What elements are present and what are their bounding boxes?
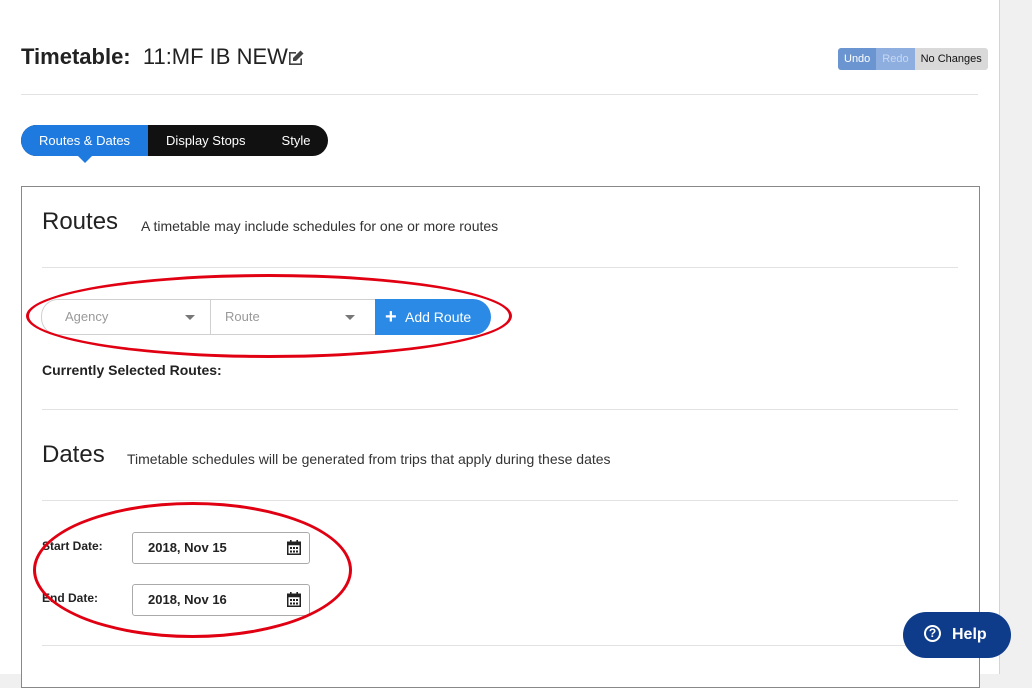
tab-style[interactable]: Style: [264, 125, 329, 156]
agency-placeholder: Agency: [65, 309, 109, 324]
plus-icon: +: [385, 306, 397, 328]
route-placeholder: Route: [225, 309, 260, 324]
undo-redo-group: Undo Redo No Changes: [838, 48, 988, 70]
header-divider: [21, 94, 978, 95]
dates-description: Timetable schedules will be generated fr…: [127, 451, 611, 467]
edit-icon[interactable]: [287, 49, 305, 67]
agency-select[interactable]: Agency: [41, 299, 211, 335]
routes-heading: Routes: [42, 208, 119, 235]
end-date-value: 2018, Nov 16: [148, 592, 227, 607]
start-date-label: Start Date:: [42, 539, 103, 553]
tab-routes-dates[interactable]: Routes & Dates: [21, 125, 149, 163]
bottom-divider: [42, 645, 958, 646]
selected-routes-label: Currently Selected Routes:: [42, 362, 222, 378]
page-title: Timetable: 11:MF IB NEW: [21, 44, 288, 70]
tab-bar: Routes & Dates Display Stops Style: [21, 125, 329, 163]
change-status: No Changes: [914, 48, 988, 70]
routes-description: A timetable may include schedules for on…: [141, 218, 499, 234]
selected-routes-divider: [42, 409, 958, 410]
redo-button[interactable]: Redo: [876, 48, 915, 70]
chevron-down-icon: [185, 315, 195, 320]
routes-divider: [42, 267, 958, 268]
question-circle-icon: ?: [924, 625, 941, 642]
tab-display-stops[interactable]: Display Stops: [148, 125, 263, 156]
timetable-name: 11:MF IB NEW: [142, 44, 288, 69]
dates-heading: Dates: [42, 441, 105, 468]
title-label: Timetable:: [21, 44, 131, 69]
end-date-input[interactable]: 2018, Nov 16: [132, 584, 310, 616]
start-date-value: 2018, Nov 15: [148, 540, 227, 555]
undo-button[interactable]: Undo: [838, 48, 877, 70]
calendar-icon[interactable]: [287, 592, 301, 607]
add-route-bar: Agency Route + Add Route: [41, 299, 491, 335]
start-date-input[interactable]: 2018, Nov 15: [132, 532, 310, 564]
end-date-label: End Date:: [42, 591, 99, 605]
page-container: Timetable: 11:MF IB NEW Undo Redo No Cha…: [0, 0, 1000, 688]
add-route-button[interactable]: + Add Route: [375, 299, 491, 335]
help-label: Help: [952, 626, 987, 643]
add-route-label: Add Route: [405, 309, 472, 325]
route-select[interactable]: Route: [210, 299, 376, 335]
chevron-down-icon: [345, 315, 355, 320]
calendar-icon[interactable]: [287, 540, 301, 555]
help-button[interactable]: ? Help: [903, 612, 1011, 658]
dates-divider: [42, 500, 958, 501]
